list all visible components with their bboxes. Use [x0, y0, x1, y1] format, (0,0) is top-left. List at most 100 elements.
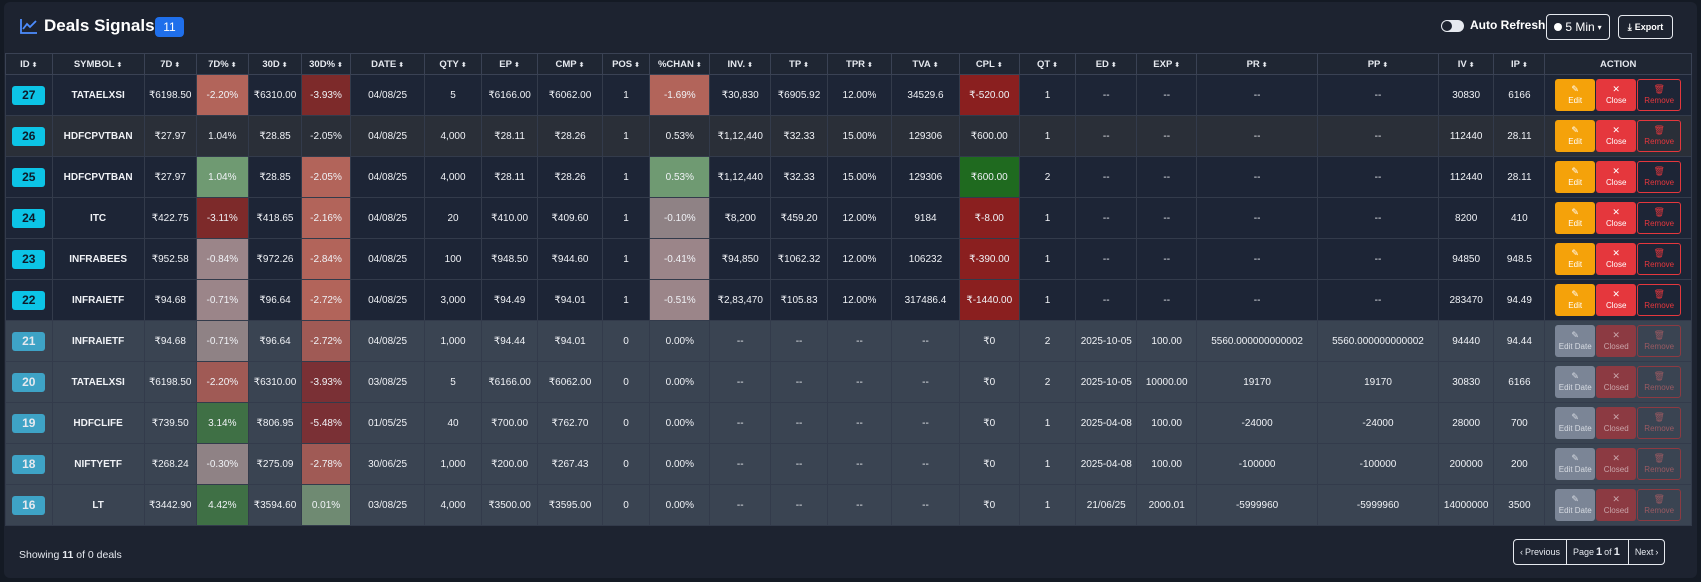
sort-icon[interactable]: ⬍: [116, 62, 122, 69]
column-header-qty[interactable]: QTY ⬍: [424, 53, 482, 75]
cell-iv: 94440: [1437, 320, 1495, 362]
cell-pos: 1: [601, 279, 651, 321]
sort-icon[interactable]: ⬍: [282, 62, 288, 69]
sort-icon[interactable]: ⬍: [579, 62, 585, 69]
sort-icon[interactable]: ⬍: [231, 62, 237, 69]
edit-button[interactable]: ✎ Edit Date: [1555, 366, 1596, 398]
sort-icon[interactable]: ⬍: [461, 62, 467, 69]
sort-icon[interactable]: ⬍: [1174, 62, 1180, 69]
remove-button[interactable]: 🗑 Remove: [1637, 79, 1682, 111]
column-header-30d[interactable]: 30D ⬍: [247, 53, 303, 75]
column-header-inv[interactable]: INV. ⬍: [709, 53, 772, 75]
next-page-button[interactable]: Next ›: [1629, 540, 1665, 564]
column-header-symbol[interactable]: SYMBOL ⬍: [51, 53, 145, 75]
export-button[interactable]: ⤓ Export: [1618, 15, 1673, 39]
edit-button[interactable]: ✎ Edit: [1555, 243, 1596, 275]
column-header-id[interactable]: ID ⬍: [5, 53, 53, 75]
column-header-tp[interactable]: TP ⬍: [770, 53, 828, 75]
sort-icon[interactable]: ⬍: [32, 62, 38, 69]
cell-ip: 410: [1493, 197, 1546, 239]
close-button[interactable]: ✕ Close: [1596, 243, 1637, 275]
edit-button[interactable]: ✎ Edit Date: [1555, 325, 1596, 357]
sort-icon[interactable]: ⬍: [867, 62, 873, 69]
edit-button[interactable]: ✎ Edit Date: [1555, 489, 1596, 521]
cell-exp: 10000.00: [1136, 361, 1198, 403]
column-header-tva[interactable]: TVA ⬍: [891, 53, 960, 75]
sort-icon[interactable]: ⬍: [634, 62, 640, 69]
cell-pr: --: [1196, 156, 1319, 198]
cell-pr: --: [1196, 74, 1319, 116]
sort-icon[interactable]: ⬍: [1052, 62, 1058, 69]
remove-button[interactable]: 🗑 Remove: [1637, 120, 1682, 152]
close-button[interactable]: ✕ Close: [1596, 79, 1637, 111]
column-header-pp[interactable]: PP ⬍: [1317, 53, 1439, 75]
close-button[interactable]: ✕ Close: [1596, 284, 1637, 316]
sort-icon[interactable]: ⬍: [337, 62, 343, 69]
sort-icon[interactable]: ⬍: [803, 62, 809, 69]
column-header-ed[interactable]: ED ⬍: [1075, 53, 1138, 75]
edit-button[interactable]: ✎ Edit: [1555, 161, 1596, 193]
sort-icon[interactable]: ⬍: [1262, 62, 1268, 69]
sort-icon[interactable]: ⬍: [514, 62, 520, 69]
remove-button[interactable]: 🗑 Remove: [1637, 161, 1682, 193]
column-header-chan[interactable]: %CHAN ⬍: [649, 53, 711, 75]
column-header-cmp[interactable]: CMP ⬍: [537, 53, 603, 75]
close-button[interactable]: ✕ Closed: [1596, 489, 1637, 521]
cell-cpl: ₹600.00: [958, 156, 1020, 198]
remove-button[interactable]: 🗑 Remove: [1637, 407, 1682, 439]
column-header-iv[interactable]: IV ⬍: [1437, 53, 1495, 75]
close-button[interactable]: ✕ Close: [1596, 120, 1637, 152]
column-header-pos[interactable]: POS ⬍: [601, 53, 651, 75]
sort-icon[interactable]: ⬍: [933, 62, 939, 69]
close-button[interactable]: ✕ Closed: [1596, 366, 1637, 398]
column-header-7d[interactable]: 7D ⬍: [143, 53, 197, 75]
column-header-qt[interactable]: QT ⬍: [1018, 53, 1077, 75]
cell-qty: 1,000: [424, 320, 482, 362]
close-button[interactable]: ✕ Close: [1596, 202, 1637, 234]
column-header-date[interactable]: DATE ⬍: [349, 53, 426, 75]
remove-button[interactable]: 🗑 Remove: [1637, 325, 1682, 357]
edit-button[interactable]: ✎ Edit Date: [1555, 448, 1596, 480]
sort-icon[interactable]: ⬍: [997, 62, 1003, 69]
refresh-interval-dropdown[interactable]: 5 Min ▾: [1546, 14, 1610, 40]
close-button[interactable]: ✕ Closed: [1596, 325, 1637, 357]
remove-button[interactable]: 🗑 Remove: [1637, 489, 1682, 521]
sort-icon[interactable]: ⬍: [696, 62, 702, 69]
sort-icon[interactable]: ⬍: [398, 62, 404, 69]
previous-page-button[interactable]: ‹ Previous: [1514, 540, 1568, 564]
sort-icon[interactable]: ⬍: [747, 62, 753, 69]
remove-button[interactable]: 🗑 Remove: [1637, 284, 1682, 316]
sort-icon[interactable]: ⬍: [1111, 62, 1117, 69]
column-header-ip[interactable]: IP ⬍: [1493, 53, 1546, 75]
cell-qt: 1: [1018, 115, 1077, 157]
page-title: Deals Signals: [44, 16, 155, 35]
column-header-pr[interactable]: PR ⬍: [1196, 53, 1319, 75]
pencil-icon: ✎: [1571, 371, 1579, 381]
column-header-ep[interactable]: EP ⬍: [480, 53, 539, 75]
close-button[interactable]: ✕ Closed: [1596, 448, 1637, 480]
edit-button[interactable]: ✎ Edit: [1555, 79, 1596, 111]
column-header-7d[interactable]: 7D% ⬍: [195, 53, 249, 75]
column-header-30d[interactable]: 30D% ⬍: [301, 53, 351, 75]
sort-icon[interactable]: ⬍: [1469, 62, 1475, 69]
edit-button[interactable]: ✎ Edit: [1555, 284, 1596, 316]
cell-pp: --: [1317, 238, 1439, 280]
column-header-cpl[interactable]: CPL ⬍: [958, 53, 1020, 75]
close-button[interactable]: ✕ Close: [1596, 161, 1637, 193]
auto-refresh-toggle[interactable]: [1441, 20, 1464, 32]
edit-button[interactable]: ✎ Edit Date: [1555, 407, 1596, 439]
remove-button[interactable]: 🗑 Remove: [1637, 202, 1682, 234]
cell-pr: 5560.000000000002: [1196, 320, 1319, 362]
sort-icon[interactable]: ⬍: [1382, 62, 1388, 69]
sort-icon[interactable]: ⬍: [1522, 62, 1528, 69]
cell-tp: ₹459.20: [770, 197, 828, 239]
edit-button[interactable]: ✎ Edit: [1555, 120, 1596, 152]
column-header-exp[interactable]: EXP ⬍: [1136, 53, 1198, 75]
remove-button[interactable]: 🗑 Remove: [1637, 366, 1682, 398]
close-button[interactable]: ✕ Closed: [1596, 407, 1637, 439]
sort-icon[interactable]: ⬍: [174, 62, 180, 69]
edit-button[interactable]: ✎ Edit: [1555, 202, 1596, 234]
remove-button[interactable]: 🗑 Remove: [1637, 448, 1682, 480]
remove-button[interactable]: 🗑 Remove: [1637, 243, 1682, 275]
column-header-tpr[interactable]: TPR ⬍: [826, 53, 893, 75]
